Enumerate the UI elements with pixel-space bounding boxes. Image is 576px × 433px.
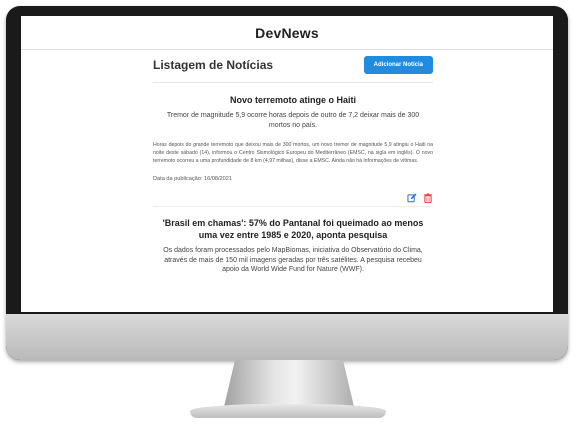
monitor-base: [190, 404, 386, 418]
news-date: Data da publicação: 16/08/2021: [153, 175, 232, 182]
app-header: DevNews: [21, 16, 553, 50]
screen: DevNews Listagem de Notícias Adicionar N…: [21, 16, 553, 312]
monitor-chin: [6, 314, 568, 360]
news-body: Horas depois do grande terremoto que dei…: [153, 141, 433, 165]
news-container: Listagem de Notícias Adicionar Notícia N…: [153, 50, 433, 285]
trash-icon[interactable]: [423, 190, 433, 203]
monitor-stand: [223, 360, 355, 408]
app-title: DevNews: [255, 24, 319, 41]
news-subtitle: Tremor de magnitude 5,9 ocorre horas dep…: [166, 112, 420, 129]
news-actions: [153, 190, 433, 207]
list-header: Listagem de Notícias Adicionar Notícia: [153, 50, 433, 83]
news-item: 'Brasil em chamas': 57% do Pantanal foi …: [153, 207, 433, 276]
news-subtitle: Os dados foram processados pelo MapBioma…: [163, 246, 423, 274]
monitor-frame: DevNews Listagem de Notícias Adicionar N…: [6, 6, 568, 360]
news-title: Novo terremoto atinge o Haiti: [229, 95, 356, 105]
news-item: Novo terremoto atinge o Haiti Tremor de …: [153, 83, 433, 207]
edit-icon[interactable]: [407, 190, 417, 202]
add-news-button[interactable]: Adicionar Notícia: [363, 56, 433, 74]
page-title: Listagem de Notícias: [153, 58, 274, 72]
news-title: 'Brasil em chamas': 57% do Pantanal foi …: [162, 217, 424, 240]
